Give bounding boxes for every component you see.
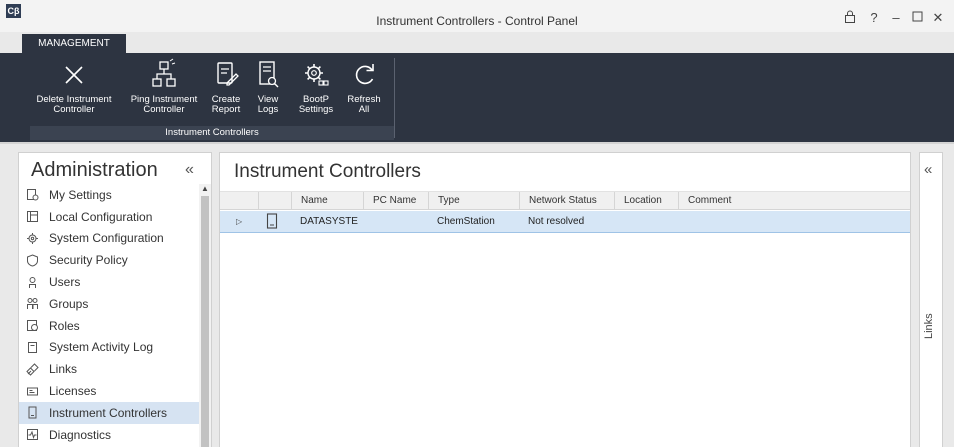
- minimize-icon[interactable]: –: [888, 10, 904, 26]
- create-report-label: Create Report: [211, 94, 241, 115]
- my-settings-icon: [25, 188, 39, 202]
- sidebar-item-instrument-controllers[interactable]: Instrument Controllers: [19, 401, 199, 424]
- help-icon[interactable]: ?: [866, 10, 882, 26]
- sidebar-item-label: System Configuration: [49, 231, 164, 246]
- scroll-up-arrow-icon[interactable]: ▲: [200, 184, 210, 194]
- sidebar-item-label: Users: [49, 275, 81, 290]
- table-row[interactable]: ▷ DATASYSTE ChemStation Not resolved: [220, 211, 910, 233]
- sidebar-item-label: My Settings: [49, 187, 112, 202]
- local-config-icon: [25, 210, 39, 224]
- sidebar-item-label: Licenses: [49, 384, 97, 399]
- instrument-controller-row-icon: [260, 211, 288, 232]
- diagnostics-icon: [25, 428, 39, 442]
- grid-header: Name PC Name Type Network Status Locatio…: [220, 191, 910, 210]
- system-config-icon: [25, 231, 39, 245]
- sidebar-collapse-button[interactable]: «: [185, 161, 194, 179]
- cell-pc-name: [363, 211, 428, 232]
- tab-management[interactable]: MANAGEMENT: [22, 34, 126, 54]
- links-panel: « Links: [919, 152, 943, 447]
- links-panel-label[interactable]: Links: [923, 313, 935, 339]
- sidebar-item-label: Groups: [49, 296, 89, 311]
- sidebar-item-security-policy[interactable]: Security Policy: [19, 249, 199, 271]
- sidebar-item-groups[interactable]: Groups: [19, 293, 199, 315]
- cell-location: [614, 211, 678, 232]
- sidebar-item-licenses[interactable]: Licenses: [19, 380, 199, 402]
- link-icon: [25, 362, 39, 376]
- instrument-controller-icon: [25, 406, 39, 420]
- delete-instrument-controller-button[interactable]: Delete Instrument Controller: [26, 58, 122, 124]
- ribbon-bottom-border: [0, 142, 954, 144]
- bootp-settings-label: BootP Settings: [298, 94, 334, 115]
- column-header-location[interactable]: Location: [614, 192, 678, 210]
- gear-settings-icon: [305, 64, 329, 86]
- sidebar-title: Administration: [31, 159, 158, 181]
- maximize-icon[interactable]: [909, 10, 925, 26]
- sidebar-nav-list: My Settings Local Configuration System C…: [19, 184, 199, 446]
- cell-comment: [678, 211, 910, 232]
- sidebar-item-local-configuration[interactable]: Local Configuration: [19, 206, 199, 228]
- roles-icon: [25, 319, 39, 333]
- license-icon: [25, 384, 39, 398]
- lock-icon[interactable]: [842, 10, 858, 27]
- page-title: Instrument Controllers: [234, 161, 421, 182]
- create-report-button[interactable]: Create Report: [206, 58, 246, 124]
- groups-icon: [25, 297, 39, 311]
- sidebar-item-label: System Activity Log: [49, 340, 154, 355]
- sidebar-item-system-configuration[interactable]: System Configuration: [19, 228, 199, 250]
- sidebar-scrollbar-thumb[interactable]: [201, 196, 209, 447]
- ribbon: Delete Instrument Controller Ping Instru…: [0, 54, 954, 142]
- sidebar-item-users[interactable]: Users: [19, 271, 199, 293]
- expand-row-icon[interactable]: ▷: [227, 211, 247, 232]
- sidebar-item-roles[interactable]: Roles: [19, 315, 199, 337]
- column-header-network-status[interactable]: Network Status: [519, 192, 614, 210]
- column-header-type[interactable]: Type: [428, 192, 519, 210]
- delete-button-label: Delete Instrument Controller: [36, 94, 112, 115]
- refresh-all-label: Refresh All: [347, 94, 381, 115]
- sidebar-item-label: Diagnostics: [49, 427, 112, 442]
- cell-network-status: Not resolved: [528, 216, 585, 227]
- window-title: Instrument Controllers - Control Panel: [376, 14, 578, 28]
- title-bar: Cβ Instrument Controllers - Control Pane…: [0, 0, 954, 32]
- cell-type: ChemStation: [437, 216, 495, 227]
- refresh-icon: [355, 64, 374, 85]
- administration-sidebar: Administration « My Settings Local Confi…: [18, 152, 212, 447]
- report-edit-icon: [217, 62, 239, 86]
- ping-button-label: Ping Instrument Controller: [130, 94, 198, 115]
- sidebar-item-system-activity-log[interactable]: System Activity Log: [19, 337, 199, 359]
- sidebar-item-my-settings[interactable]: My Settings: [19, 184, 199, 206]
- delete-x-icon: [65, 66, 83, 84]
- column-header-comment[interactable]: Comment: [678, 192, 910, 210]
- view-logs-button[interactable]: View Logs: [250, 58, 286, 124]
- cell-name: DATASYSTE: [300, 216, 358, 227]
- ping-instrument-controller-button[interactable]: Ping Instrument Controller: [124, 58, 204, 124]
- sidebar-item-label: Security Policy: [49, 253, 128, 268]
- logs-search-icon: [259, 61, 279, 88]
- column-header-icon[interactable]: [258, 192, 291, 210]
- shield-icon: [25, 253, 39, 267]
- column-header-name[interactable]: Name: [291, 192, 363, 210]
- sidebar-item-label: Instrument Controllers: [49, 405, 168, 420]
- sidebar-item-diagnostics[interactable]: Diagnostics: [19, 424, 199, 446]
- sidebar-item-label: Roles: [49, 318, 80, 333]
- bootp-settings-button[interactable]: BootP Settings: [294, 58, 338, 124]
- activity-log-icon: [25, 340, 39, 354]
- view-logs-label: View Logs: [257, 94, 279, 115]
- sidebar-item-label: Local Configuration: [49, 209, 153, 224]
- instrument-controllers-panel: Instrument Controllers Name PC Name Type…: [219, 152, 911, 447]
- sidebar-item-label: Links: [49, 362, 78, 377]
- user-icon: [25, 275, 39, 289]
- sidebar-item-links[interactable]: Links: [19, 358, 199, 380]
- close-icon[interactable]: ✕: [930, 10, 946, 26]
- column-header-pc-name[interactable]: PC Name: [363, 192, 428, 210]
- links-expand-button[interactable]: «: [924, 161, 932, 178]
- network-icon: [152, 58, 176, 87]
- ribbon-group-separator: [394, 58, 395, 138]
- ribbon-group-label: Instrument Controllers: [30, 126, 394, 140]
- refresh-all-button[interactable]: Refresh All: [344, 58, 384, 124]
